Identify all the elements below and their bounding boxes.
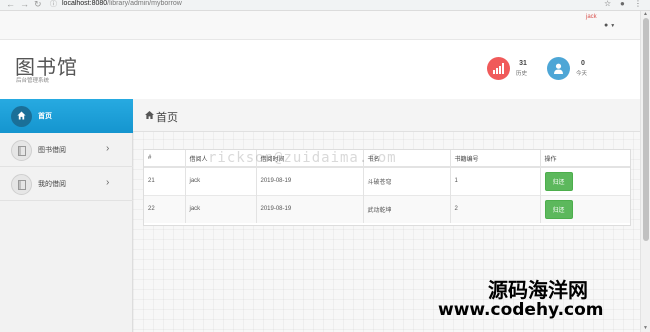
site-subtitle: 后台管理系统 xyxy=(16,78,50,84)
scroll-thumb[interactable] xyxy=(643,18,649,241)
sidebar: 首页 图书借阅 › 我的借阅 › xyxy=(0,99,133,332)
page-title: 首页 xyxy=(156,112,178,124)
scroll-up-icon[interactable]: ▲ xyxy=(643,11,648,17)
table-row: 21 jack 2019-08-19 斗破苍穹 1 归还 xyxy=(144,166,630,195)
book-icon xyxy=(11,140,32,161)
book-icon xyxy=(11,174,32,195)
sidebar-item-book-borrow[interactable]: 图书借阅 › xyxy=(0,133,133,167)
sidebar-item-label: 我的借阅 xyxy=(38,181,66,188)
info-icon[interactable]: ⓘ xyxy=(50,0,57,9)
caret-down-icon: ▼ xyxy=(610,23,616,29)
cell-book: 武动乾坤 xyxy=(363,194,451,223)
back-arrow-icon[interactable]: ← xyxy=(6,0,15,9)
watermark-url: www.codehy.com xyxy=(438,300,604,320)
top-user-bar: jack ● ▼ xyxy=(0,11,640,40)
forward-arrow-icon[interactable]: → xyxy=(20,0,29,9)
chevron-right-icon: › xyxy=(106,143,110,154)
url-host: localhost:8080 xyxy=(62,0,108,7)
cell-id: 22 xyxy=(144,194,186,223)
watermark-site-name: 源码海洋网 xyxy=(488,278,588,302)
home-icon xyxy=(145,111,154,119)
scroll-down-icon[interactable]: ▼ xyxy=(643,325,648,331)
browser-toolbar: ← → ↻ ⓘ localhost:8080/library/admin/myb… xyxy=(0,0,650,11)
chevron-right-icon: › xyxy=(106,177,110,188)
cell-action: 归还 xyxy=(540,194,630,223)
cell-id: 21 xyxy=(144,166,186,195)
cell-book-no: 1 xyxy=(450,166,541,195)
reload-icon[interactable]: ↻ xyxy=(34,0,42,9)
cell-date: 2019-08-19 xyxy=(256,194,364,223)
stat-history-label: 历史 xyxy=(516,71,528,77)
user-icon: ● xyxy=(604,22,609,29)
return-button[interactable]: 归还 xyxy=(544,199,573,219)
home-icon xyxy=(11,106,32,127)
column-header: 操作 xyxy=(540,150,630,168)
column-header: # xyxy=(144,150,186,168)
user-icon xyxy=(547,57,570,80)
kebab-menu-icon[interactable]: ⋮ xyxy=(634,0,642,8)
signal-icon xyxy=(487,57,510,80)
sidebar-item-label: 图书借阅 xyxy=(38,147,66,154)
address-bar[interactable]: localhost:8080/library/admin/myborrow xyxy=(62,0,182,7)
stat-today-label: 今天 xyxy=(576,71,588,77)
url-path: /library/admin/myborrow xyxy=(107,0,182,7)
cell-date: 2019-08-19 xyxy=(256,166,364,195)
sidebar-item-my-borrow[interactable]: 我的借阅 › xyxy=(0,167,133,201)
site-header: 图书馆 后台管理系统 31 历史 0 今天 xyxy=(0,40,640,99)
profile-icon[interactable]: ● xyxy=(620,0,625,8)
cell-borrower: jack xyxy=(185,194,257,223)
watermark-text: rickson@zuidaima.com xyxy=(208,150,397,166)
cell-action: 归还 xyxy=(540,166,630,195)
return-button[interactable]: 归还 xyxy=(544,171,573,191)
stat-today-value: 0 xyxy=(581,60,585,67)
user-name: jack xyxy=(586,14,597,20)
sidebar-item-label: 首页 xyxy=(38,113,52,120)
stat-history-value: 31 xyxy=(519,60,527,67)
sidebar-item-home[interactable]: 首页 xyxy=(0,99,133,133)
cell-borrower: jack xyxy=(185,166,257,195)
page-header: 首页 xyxy=(133,99,640,132)
column-header: 书籍编号 xyxy=(450,150,541,168)
page-scrollbar[interactable]: ▲ ▼ xyxy=(640,11,650,332)
user-dropdown[interactable]: ● ▼ xyxy=(604,22,615,29)
table-row: 22 jack 2019-08-19 武动乾坤 2 归还 xyxy=(144,194,630,223)
cell-book: 斗破苍穹 xyxy=(363,166,451,195)
star-icon[interactable]: ☆ xyxy=(604,0,611,8)
cell-book-no: 2 xyxy=(450,194,541,223)
